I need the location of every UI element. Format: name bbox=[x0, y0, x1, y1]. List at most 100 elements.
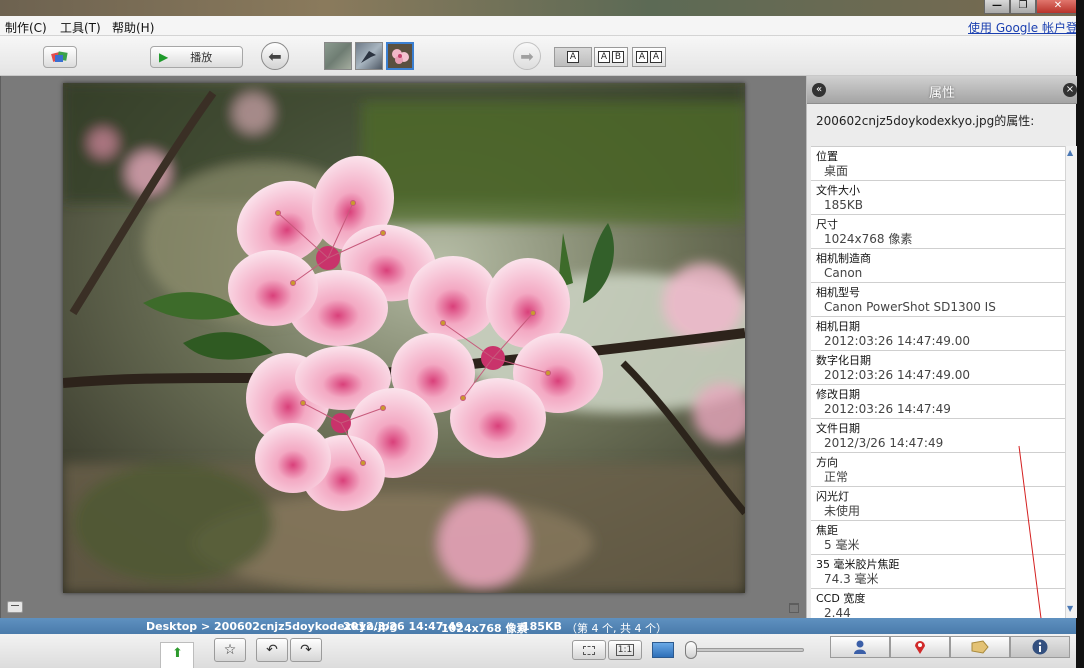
property-row-camera-date: 相机日期 2012:03:26 14:47:49.00 bbox=[811, 317, 1065, 351]
caption-icon bbox=[11, 605, 19, 606]
property-value: 桌面 bbox=[824, 164, 849, 178]
property-row-location: 位置 桌面 bbox=[811, 147, 1065, 181]
upload-button[interactable]: ⬆ bbox=[160, 642, 194, 668]
menu-tools[interactable]: 工具(T) bbox=[60, 19, 101, 36]
bottom-toolbar: ⬆ ☆ ↶ ↷ 1:1 bbox=[0, 634, 1076, 668]
menu-create[interactable]: 制作(C) bbox=[5, 19, 47, 36]
window-edge bbox=[1076, 0, 1084, 668]
actual-size-label: 1:1 bbox=[615, 644, 635, 656]
tags-tab[interactable] bbox=[950, 636, 1010, 658]
toolbar: ▶ 播放 ⬅ ➡ bbox=[0, 36, 1076, 76]
photo-viewer bbox=[0, 76, 806, 618]
thumbnail-1[interactable] bbox=[324, 42, 352, 70]
zoom-image-icon bbox=[652, 642, 674, 658]
minimize-icon: — bbox=[992, 0, 1002, 11]
restore-button[interactable]: ❐ bbox=[1010, 0, 1036, 14]
properties-scrollbar[interactable]: ▲ ▼ bbox=[1065, 146, 1077, 618]
star-button[interactable]: ☆ bbox=[214, 638, 246, 662]
play-label: 播放 bbox=[190, 51, 213, 64]
status-bar: Desktop > 200602cnjz5doykodexkyo.jpg 201… bbox=[0, 618, 1076, 635]
caption-toggle-button[interactable] bbox=[7, 601, 23, 613]
arrow-left-icon: ⬅ bbox=[268, 46, 282, 66]
upload-icon: ⬆ bbox=[172, 646, 183, 661]
property-key: 文件大小 bbox=[816, 184, 860, 197]
layout-a-label: A bbox=[636, 51, 648, 63]
restore-icon: ❐ bbox=[1018, 0, 1028, 11]
rotate-right-button[interactable]: ↷ bbox=[290, 638, 322, 662]
property-row-camera-make: 相机制造商 Canon bbox=[811, 249, 1065, 283]
property-key: 相机制造商 bbox=[816, 252, 871, 265]
flower-thumb-icon bbox=[392, 49, 409, 64]
layout-b-label: B bbox=[612, 51, 624, 63]
property-row-dimensions: 尺寸 1024x768 像素 bbox=[811, 215, 1065, 249]
close-panel-icon[interactable]: × bbox=[1063, 83, 1077, 97]
properties-filename: 200602cnjz5doykodexkyo.jpg的属性: bbox=[816, 114, 1035, 128]
close-window-button[interactable]: ✕ bbox=[1036, 0, 1080, 14]
google-sign-in-link[interactable]: 使用 Google 帐户登录 bbox=[968, 19, 1084, 36]
thumbnail-2[interactable] bbox=[355, 42, 383, 70]
status-size: 185KB bbox=[522, 620, 562, 633]
property-row-modified-date: 修改日期 2012:03:26 14:47:49 bbox=[811, 385, 1065, 419]
close-icon: ✕ bbox=[1053, 0, 1063, 11]
annotation-arrow bbox=[1018, 445, 1047, 642]
play-slideshow-button[interactable]: ▶ 播放 bbox=[150, 46, 243, 68]
property-value: 185KB bbox=[824, 198, 864, 212]
fit-icon bbox=[583, 645, 595, 655]
minimize-button[interactable]: — bbox=[984, 0, 1010, 14]
play-icon: ▶ bbox=[159, 50, 169, 64]
info-icon bbox=[1032, 639, 1048, 655]
layout-a-label: A bbox=[567, 51, 579, 63]
properties-panel: « 属性 × 200602cnjz5doykodexkyo.jpg的属性: 位置… bbox=[806, 76, 1077, 642]
layout-a-label: A bbox=[598, 51, 610, 63]
rotate-left-icon: ↶ bbox=[266, 642, 278, 658]
property-row-digitized-date: 数字化日期 2012:03:26 14:47:49.00 bbox=[811, 351, 1065, 385]
arrow-right-icon: ➡ bbox=[520, 46, 534, 66]
layout-single-button[interactable]: A bbox=[554, 47, 592, 67]
zoom-slider-handle[interactable] bbox=[685, 641, 697, 659]
rotate-right-icon: ↷ bbox=[300, 642, 312, 658]
property-value: Canon PowerShot SD1300 IS bbox=[824, 300, 996, 314]
property-row-camera-model: 相机型号 Canon PowerShot SD1300 IS bbox=[811, 283, 1065, 317]
previous-button[interactable]: ⬅ bbox=[261, 42, 289, 70]
next-button[interactable]: ➡ bbox=[513, 42, 541, 70]
places-tab[interactable] bbox=[890, 636, 950, 658]
properties-tab[interactable] bbox=[1010, 636, 1070, 658]
scroll-down-icon[interactable]: ▼ bbox=[1067, 604, 1073, 613]
property-value: 2012:03:26 14:47:49 bbox=[824, 402, 951, 416]
layout-compare-button[interactable]: AB bbox=[594, 47, 628, 67]
properties-header: « 属性 × bbox=[807, 76, 1077, 104]
property-key: 数字化日期 bbox=[816, 354, 871, 367]
zoom-slider[interactable] bbox=[686, 648, 804, 652]
menu-bar: 制作(C) 工具(T) 帮助(H) 使用 Google 帐户登录 bbox=[0, 16, 1084, 36]
scroll-up-icon[interactable]: ▲ bbox=[1067, 148, 1073, 157]
star-icon: ☆ bbox=[223, 642, 237, 658]
create-button[interactable] bbox=[43, 46, 77, 68]
collage-icon bbox=[51, 51, 68, 62]
property-value: Canon bbox=[824, 266, 863, 280]
property-key: 尺寸 bbox=[816, 218, 838, 231]
tag-icon bbox=[971, 640, 989, 654]
layout-a2-label: A bbox=[650, 51, 662, 63]
property-key: 相机日期 bbox=[816, 320, 860, 333]
actual-size-button[interactable]: 1:1 bbox=[608, 640, 642, 660]
property-key: 修改日期 bbox=[816, 388, 860, 401]
property-row-file-size: 文件大小 185KB bbox=[811, 181, 1065, 215]
bird-thumb-icon bbox=[361, 51, 376, 63]
thumbnail-3-selected[interactable] bbox=[386, 42, 414, 70]
trash-icon[interactable] bbox=[789, 603, 799, 613]
fit-to-window-button[interactable] bbox=[572, 640, 606, 660]
peach-blossom-photo bbox=[63, 83, 745, 593]
layout-dual-button[interactable]: AA bbox=[632, 47, 666, 67]
people-tab[interactable] bbox=[830, 636, 890, 658]
menu-help[interactable]: 帮助(H) bbox=[112, 19, 154, 36]
property-value: 1024x768 像素 bbox=[824, 232, 913, 246]
rotate-left-button[interactable]: ↶ bbox=[256, 638, 288, 662]
property-value: 2012:03:26 14:47:49.00 bbox=[824, 334, 970, 348]
person-icon bbox=[854, 640, 866, 654]
photo-image bbox=[63, 83, 745, 593]
property-key: 位置 bbox=[816, 150, 838, 163]
property-key: 相机型号 bbox=[816, 286, 860, 299]
property-key: 文件日期 bbox=[816, 422, 860, 435]
property-value: 2012:03:26 14:47:49.00 bbox=[824, 368, 970, 382]
window-title-strip bbox=[0, 0, 1084, 16]
